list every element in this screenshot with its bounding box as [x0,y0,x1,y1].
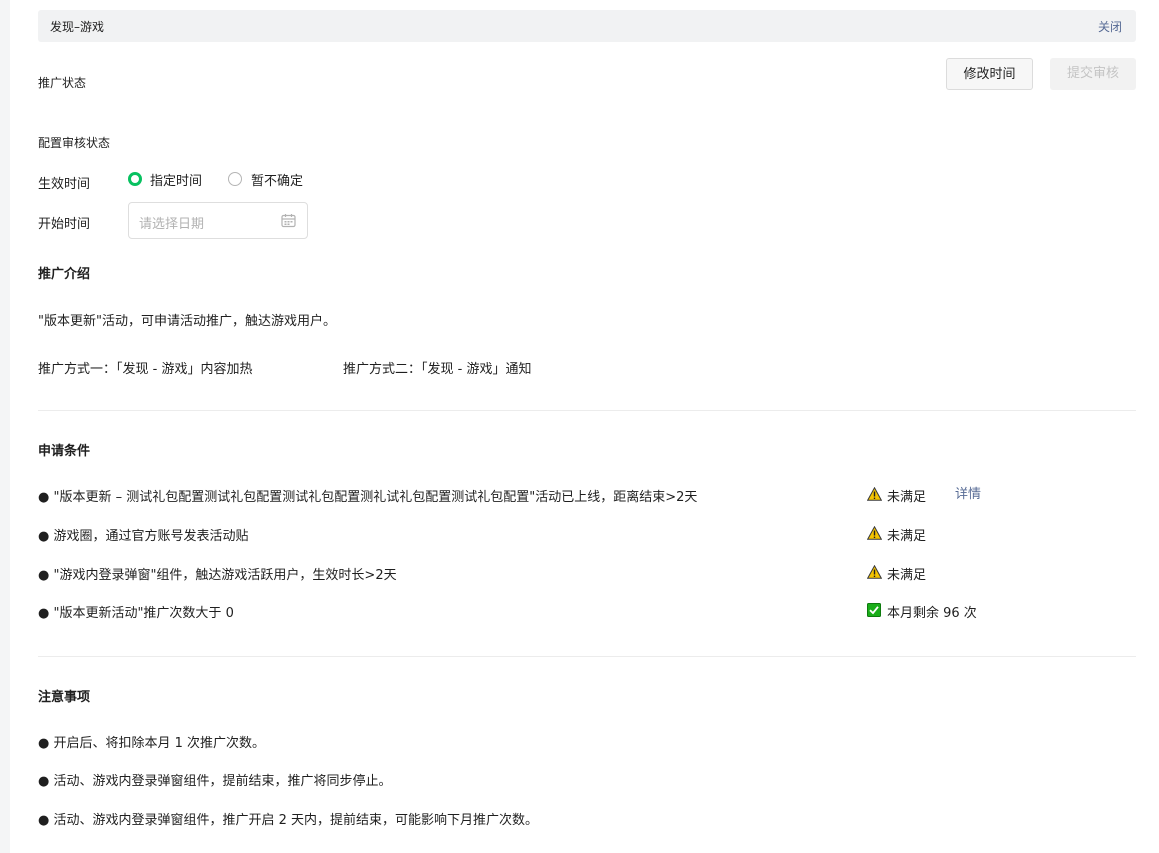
radio-specified-time-label[interactable]: 指定时间 [150,170,202,189]
condition-status: 本月剩余 96 次 [887,606,977,621]
notes-heading: 注意事项 [38,690,91,705]
modify-time-button[interactable]: 修改时间 [946,58,1033,90]
page-title: 发现–游戏 [50,20,105,34]
left-sidebar-strip [0,0,10,853]
condition-status: 未满足 [887,529,927,544]
warning-icon [867,526,882,540]
condition-status: 未满足 [887,568,927,583]
header-bar: 发现–游戏 关闭 [38,10,1136,42]
promotion-method-one: 推广方式一：「发现 - 游戏」内容加热 [38,362,253,377]
condition-item: ● "版本更新 – 测试礼包配置测试礼包配置测试礼包配置测礼试礼包配置测试礼包配… [38,490,698,505]
condition-status: 未满足 [887,490,927,505]
section-divider [38,410,1136,411]
condition-item: ● "游戏内登录弹窗"组件，触达游戏活跃用户，生效时长>2天 [38,568,397,583]
start-time-label: 开始时间 [38,217,91,232]
effective-time-label: 生效时间 [38,177,91,192]
warning-icon [867,565,882,579]
calendar-icon[interactable] [281,213,296,228]
submit-review-button[interactable]: 提交审核 [1050,58,1136,90]
condition-item: ● "版本更新活动"推广次数大于 0 [38,606,234,621]
note-item: ● 开启后、将扣除本月 1 次推广次数。 [38,736,266,751]
intro-description: "版本更新"活动，可申请活动推广，触达游戏用户。 [38,314,336,329]
start-date-picker[interactable]: 请选择日期 [128,202,308,239]
note-item: ● 活动、游戏内登录弹窗组件，提前结束，推广将同步停止。 [38,774,392,789]
radio-undetermined-label[interactable]: 暂不确定 [251,170,303,189]
promotion-status-label: 推广状态 [38,76,87,90]
promotion-method-two: 推广方式二：「发现 - 游戏」通知 [343,362,532,377]
intro-heading: 推广介绍 [38,267,91,282]
config-review-status-label: 配置审核状态 [38,136,111,150]
conditions-heading: 申请条件 [38,444,91,459]
section-divider [38,656,1136,657]
check-icon [867,603,881,617]
radio-undetermined[interactable] [228,172,242,186]
note-item: ● 活动、游戏内登录弹窗组件，推广开启 2 天内，提前结束，可能影响下月推广次数… [38,813,539,828]
detail-link[interactable]: 详情 [955,483,981,502]
condition-item: ● 游戏圈，通过官方账号发表活动贴 [38,529,249,544]
close-link[interactable]: 关闭 [1098,18,1122,35]
date-placeholder: 请选择日期 [139,217,205,232]
warning-icon [867,487,882,501]
radio-specified-time[interactable] [128,172,142,186]
